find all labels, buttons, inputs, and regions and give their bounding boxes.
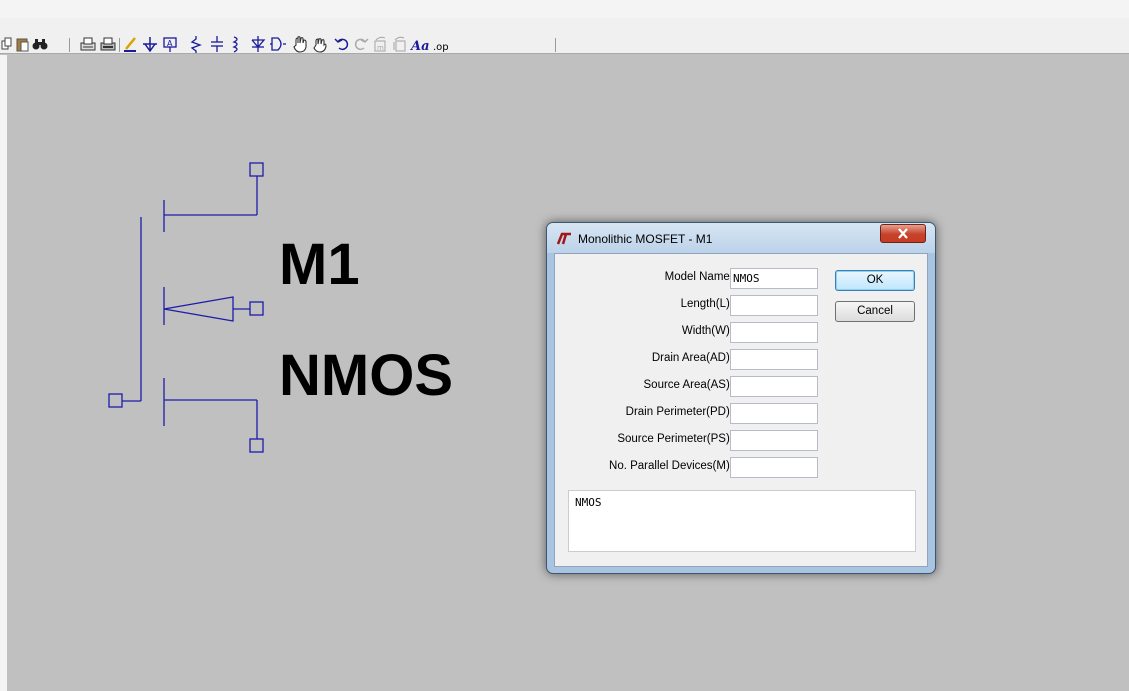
inductor-icon[interactable] — [232, 36, 238, 53]
dialog-titlebar[interactable]: Monolithic MOSFET - M1 — [547, 223, 935, 253]
model-name-label: Model Name: — [664, 271, 733, 283]
source-area-label: Source Area(AS): — [643, 379, 733, 391]
print-icon[interactable] — [100, 37, 116, 51]
spice-directive-icon[interactable]: .op — [433, 42, 449, 53]
window-edge — [0, 55, 7, 691]
toolbar-separator — [69, 38, 70, 52]
source-pin[interactable] — [249, 438, 264, 453]
move-icon[interactable] — [293, 36, 307, 53]
drain-perimeter-label: Drain Perimeter(PD): — [625, 406, 733, 418]
dialog-body: Model Name: NMOS Length(L): Width(W): Dr… — [554, 253, 928, 567]
cancel-button[interactable]: Cancel — [835, 301, 915, 322]
label-net-icon[interactable]: A — [163, 37, 177, 52]
menu-strip — [0, 0, 1129, 18]
gate-pin[interactable] — [108, 393, 123, 408]
instance-name-label[interactable]: M1 — [279, 236, 360, 294]
source-perimeter-label: Source Perimeter(PS): — [617, 433, 733, 445]
parallel-devices-input[interactable] — [730, 457, 818, 478]
component-icon[interactable] — [270, 37, 286, 51]
text-icon[interactable]: Aa — [409, 39, 430, 54]
drag-icon[interactable] — [313, 38, 327, 53]
model-name-input[interactable]: NMOS — [730, 268, 818, 289]
paste-icon[interactable] — [16, 38, 29, 52]
mosfet-properties-dialog: Monolithic MOSFET - M1 Model Name: NMOS … — [546, 222, 936, 574]
ground-icon[interactable] — [143, 37, 157, 53]
parallel-devices-label: No. Parallel Devices(M): — [609, 460, 733, 472]
undo-icon[interactable] — [334, 38, 349, 51]
toolbar-separator — [119, 38, 120, 52]
toolbar-separator — [555, 38, 556, 52]
width-label: Width(W): — [681, 325, 733, 337]
model-value-label[interactable]: NMOS — [279, 347, 453, 405]
ok-button[interactable]: OK — [835, 270, 915, 291]
length-label: Length(L): — [680, 298, 733, 310]
resistor-icon[interactable] — [190, 36, 202, 53]
drain-pin[interactable] — [249, 162, 264, 177]
draw-wire-icon[interactable] — [124, 37, 136, 52]
print-setup-icon[interactable] — [80, 37, 96, 51]
close-icon — [898, 228, 908, 239]
mirror-icon[interactable] — [393, 36, 406, 52]
copy-icon[interactable] — [1, 37, 12, 50]
drain-perimeter-input[interactable] — [730, 403, 818, 424]
ltspice-logo-icon — [557, 232, 571, 245]
diode-icon[interactable] — [251, 36, 266, 52]
width-input[interactable] — [730, 322, 818, 343]
toolbar: A m Aa .op — [0, 18, 1129, 54]
body-arrow — [163, 296, 234, 322]
find-icon[interactable] — [32, 39, 48, 50]
capacitor-icon[interactable] — [211, 36, 223, 52]
close-button[interactable] — [880, 224, 926, 243]
drain-area-label: Drain Area(AD): — [651, 352, 733, 364]
model-definition-text[interactable]: NMOS — [568, 490, 916, 552]
source-area-input[interactable] — [730, 376, 818, 397]
svg-text:A: A — [167, 39, 173, 48]
length-input[interactable] — [730, 295, 818, 316]
rotate-icon[interactable]: m — [374, 36, 386, 52]
source-perimeter-input[interactable] — [730, 430, 818, 451]
body-pin[interactable] — [249, 301, 264, 316]
drain-area-input[interactable] — [730, 349, 818, 370]
dialog-title: Monolithic MOSFET - M1 — [578, 232, 713, 246]
redo-icon[interactable] — [354, 38, 369, 51]
svg-text:m: m — [377, 44, 384, 52]
